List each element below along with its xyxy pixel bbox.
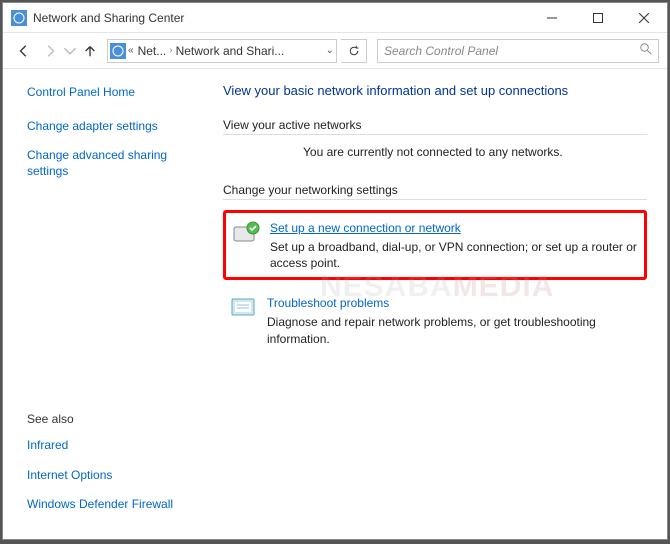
- maximize-button[interactable]: [575, 3, 621, 33]
- page-title: View your basic network information and …: [223, 83, 647, 98]
- setup-connection-icon: [232, 219, 260, 247]
- sidebar-link-advanced-sharing[interactable]: Change advanced sharing settings: [27, 148, 201, 179]
- app-icon: [11, 10, 27, 26]
- setup-connection-item[interactable]: Set up a new connection or network Set u…: [223, 210, 647, 280]
- divider: [223, 199, 647, 200]
- breadcrumb-chevron: «: [128, 45, 134, 56]
- refresh-button[interactable]: [341, 39, 367, 63]
- troubleshoot-link[interactable]: Troubleshoot problems: [267, 296, 389, 310]
- troubleshoot-icon: [229, 294, 257, 322]
- sidebar-link-home[interactable]: Control Panel Home: [27, 85, 201, 101]
- change-settings-heading: Change your networking settings: [223, 183, 647, 197]
- window-title: Network and Sharing Center: [33, 11, 529, 25]
- titlebar[interactable]: Network and Sharing Center: [3, 3, 667, 33]
- window-body: Control Panel Home Change adapter settin…: [3, 69, 667, 539]
- sidebar-link-internet-options[interactable]: Internet Options: [27, 468, 201, 484]
- breadcrumb-part[interactable]: Network and Shari...: [176, 44, 285, 58]
- sidebar-link-firewall[interactable]: Windows Defender Firewall: [27, 497, 201, 513]
- active-networks-heading: View your active networks: [223, 118, 647, 132]
- main-panel: View your basic network information and …: [213, 69, 667, 539]
- sidebar-link-infrared[interactable]: Infrared: [27, 438, 201, 454]
- back-button[interactable]: [11, 38, 37, 64]
- sidebar-link-adapter[interactable]: Change adapter settings: [27, 119, 201, 135]
- history-dropdown[interactable]: [63, 38, 77, 64]
- search-icon: [640, 43, 652, 58]
- sidebar: Control Panel Home Change adapter settin…: [3, 69, 213, 539]
- forward-button[interactable]: [37, 38, 63, 64]
- breadcrumb-dropdown[interactable]: ⌄: [326, 45, 334, 56]
- troubleshoot-desc: Diagnose and repair network problems, or…: [267, 314, 641, 346]
- connection-status: You are currently not connected to any n…: [303, 145, 647, 159]
- see-also-heading: See also: [27, 412, 201, 426]
- toolbar: « Net... › Network and Shari... ⌄ Search…: [3, 33, 667, 69]
- window-frame: Network and Sharing Center « Net... › Ne…: [2, 2, 668, 540]
- troubleshoot-item[interactable]: Troubleshoot problems Diagnose and repai…: [223, 288, 647, 352]
- divider: [223, 134, 647, 135]
- up-button[interactable]: [77, 38, 103, 64]
- setup-connection-desc: Set up a broadband, dial-up, or VPN conn…: [270, 239, 638, 271]
- search-placeholder: Search Control Panel: [384, 44, 498, 58]
- close-button[interactable]: [621, 3, 667, 33]
- breadcrumb-part[interactable]: Net...: [138, 44, 167, 58]
- search-input[interactable]: Search Control Panel: [377, 39, 659, 63]
- setup-connection-link[interactable]: Set up a new connection or network: [270, 221, 461, 235]
- breadcrumb[interactable]: « Net... › Network and Shari... ⌄: [107, 39, 337, 63]
- chevron-right-icon: ›: [169, 45, 172, 56]
- breadcrumb-icon: [110, 43, 126, 59]
- minimize-button[interactable]: [529, 3, 575, 33]
